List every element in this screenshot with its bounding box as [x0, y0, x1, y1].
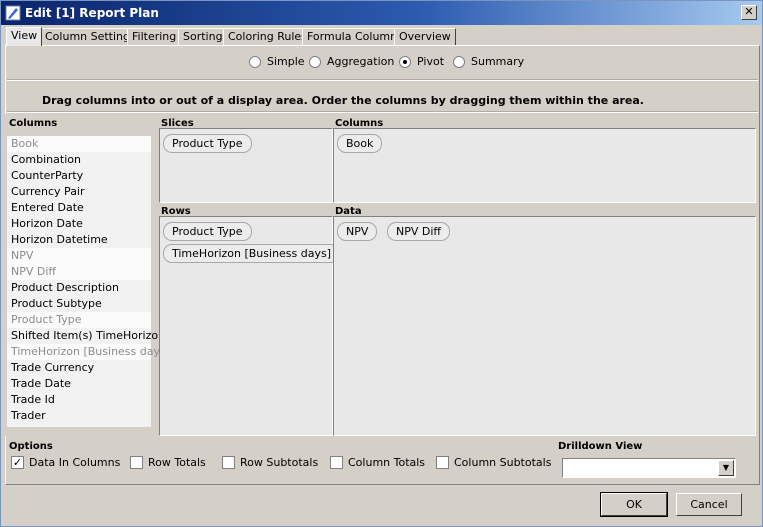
mode-pivot-label: Pivot [417, 55, 445, 68]
drilldown-header: Drilldown View [558, 441, 643, 452]
column-list-item[interactable]: CounterParty [7, 168, 151, 184]
cancel-button[interactable]: Cancel [676, 493, 742, 516]
display-mode-group: Simple Aggregation Pivot Summary [1, 53, 763, 73]
column-list-item[interactable]: TimeHorizon [Business days] [7, 344, 170, 360]
option-data-in-columns-label: Data In Columns [29, 456, 121, 469]
separator [7, 79, 758, 81]
rows-chip-product-type[interactable]: Product Type [163, 222, 252, 241]
column-list-item[interactable]: Trade Date [7, 376, 151, 392]
data-chip-npv-diff[interactable]: NPV Diff [387, 222, 450, 241]
ok-button[interactable]: OK [600, 492, 668, 517]
column-list-item[interactable]: NPV Diff [7, 264, 151, 280]
column-list-item[interactable]: Combination [7, 152, 151, 168]
tab-coloring-rules[interactable]: Coloring Rules [223, 28, 312, 45]
column-list-item[interactable]: Entered Date [7, 200, 151, 216]
column-list-item[interactable]: Currency Pair [7, 184, 151, 200]
checkbox-column-subtotals[interactable] [436, 456, 449, 469]
column-list-item[interactable]: Product Type [7, 312, 151, 328]
mode-summary[interactable]: Summary [453, 55, 524, 68]
dropdown-arrow-icon[interactable]: ▼ [718, 460, 734, 476]
column-list-item[interactable]: Trade Currency [7, 360, 151, 376]
data-chip-npv[interactable]: NPV [337, 222, 378, 241]
title-bar[interactable]: Edit [1] Report Plan ✕ [1, 1, 762, 25]
option-row-totals-label: Row Totals [148, 456, 206, 469]
tab-formula-columns[interactable]: Formula Columns [302, 28, 408, 45]
tab-overview[interactable]: Overview [394, 28, 456, 45]
radio-summary[interactable] [453, 55, 465, 68]
close-icon: ✕ [744, 5, 754, 18]
mode-simple-label: Simple [267, 55, 305, 68]
separator [7, 111, 758, 113]
available-columns-list[interactable]: Book Combination CounterParty Currency Pair… [7, 127, 170, 427]
option-row-subtotals-label: Row Subtotals [240, 456, 319, 469]
checkbox-column-totals[interactable] [330, 456, 343, 469]
mode-aggregation-label: Aggregation [327, 55, 395, 68]
tab-view[interactable]: View [6, 27, 43, 46]
column-list-item[interactable]: Trade Id [7, 392, 151, 408]
edit-icon [5, 5, 21, 21]
column-list-item[interactable]: NPV [7, 248, 151, 264]
columns-chip-book[interactable]: Book [337, 134, 383, 153]
column-list-item[interactable]: Horizon Datetime [7, 232, 151, 248]
column-list-item[interactable]: Product Description [7, 280, 151, 296]
mode-pivot[interactable]: Pivot [399, 55, 444, 68]
rows-chip-timehorizon[interactable]: TimeHorizon [Business days] [163, 244, 341, 263]
checkbox-row-subtotals[interactable] [222, 456, 235, 469]
radio-pivot[interactable] [399, 55, 411, 68]
report-plan-dialog: Edit [1] Report Plan ✕ View Column Setti… [0, 0, 763, 527]
rows-area[interactable]: Product Type TimeHorizon [Business days] [159, 216, 341, 436]
option-column-totals[interactable]: Column Totals [330, 456, 425, 469]
mode-aggregation[interactable]: Aggregation [309, 55, 394, 68]
option-data-in-columns[interactable]: ✓ Data In Columns [11, 456, 120, 469]
mode-simple[interactable]: Simple [249, 55, 305, 68]
checkbox-row-totals[interactable] [130, 456, 143, 469]
option-column-subtotals[interactable]: Column Subtotals [436, 456, 551, 469]
mode-summary-label: Summary [471, 55, 525, 68]
column-list-item[interactable]: Horizon Date [7, 216, 151, 232]
option-row-totals[interactable]: Row Totals [130, 456, 206, 469]
radio-aggregation[interactable] [309, 55, 321, 68]
column-list-item[interactable]: Trader [7, 408, 151, 424]
radio-simple[interactable] [249, 55, 261, 68]
slices-chip-product-type[interactable]: Product Type [163, 134, 252, 153]
close-button[interactable]: ✕ [741, 5, 757, 20]
instruction-text: Drag columns into or out of a display ar… [42, 94, 644, 107]
data-area[interactable]: NPV NPV Diff [333, 216, 756, 436]
options-header: Options [9, 441, 53, 452]
column-list-item[interactable]: Shifted Item(s) TimeHorizon [7, 328, 165, 344]
option-row-subtotals[interactable]: Row Subtotals [222, 456, 318, 469]
tab-column-settings[interactable]: Column Settings [40, 28, 141, 45]
column-list-item[interactable]: Book [7, 136, 151, 152]
option-column-subtotals-label: Column Subtotals [454, 456, 552, 469]
option-column-totals-label: Column Totals [348, 456, 426, 469]
tab-filtering[interactable]: Filtering [127, 28, 182, 45]
checkbox-data-in-columns[interactable]: ✓ [11, 456, 24, 469]
column-list-item[interactable]: Product Subtype [7, 296, 151, 312]
window-title: Edit [1] Report Plan [25, 6, 159, 20]
drilldown-view-select[interactable]: ▼ [562, 458, 736, 478]
list-strip [7, 127, 151, 136]
tab-sorting[interactable]: Sorting [178, 28, 228, 45]
slices-area[interactable]: Product Type [159, 128, 333, 203]
columns-area[interactable]: Book [333, 128, 756, 203]
